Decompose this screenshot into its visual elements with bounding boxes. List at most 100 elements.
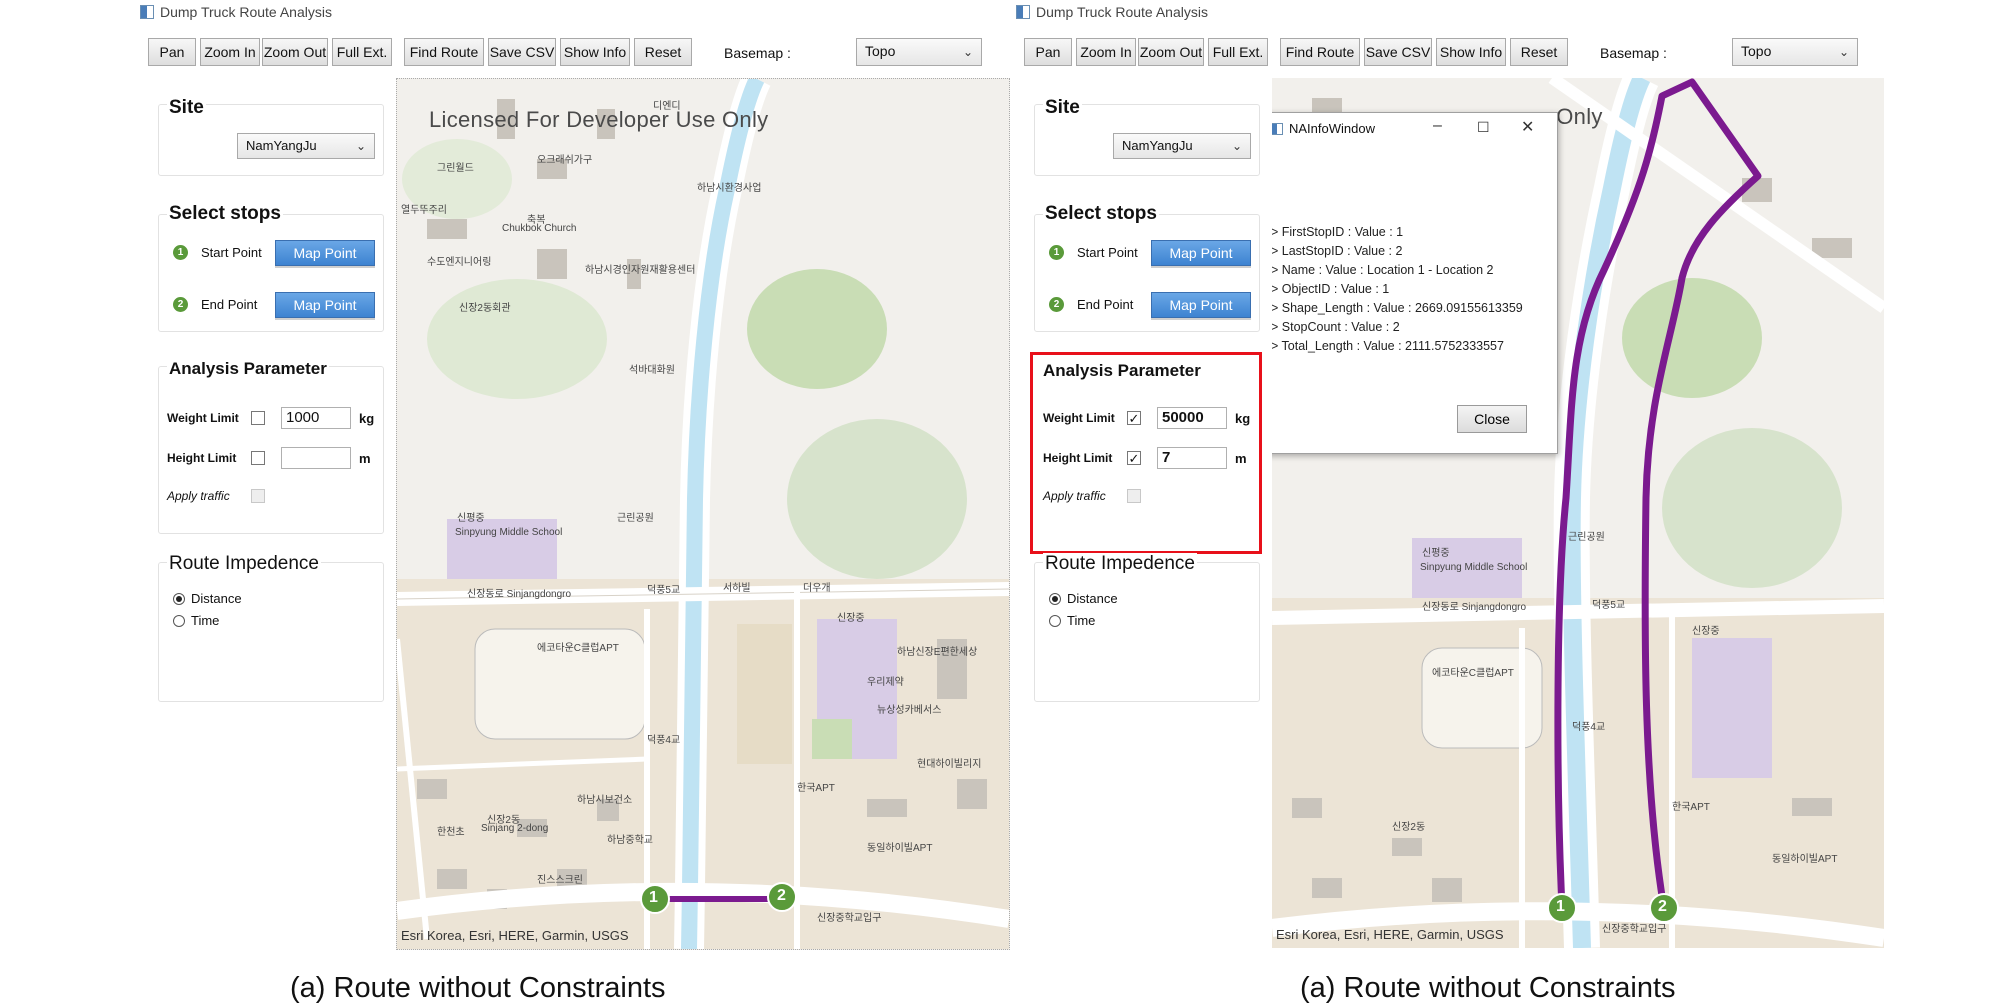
- chevron-down-icon: ⌄: [1838, 45, 1849, 59]
- distance-radio[interactable]: [173, 593, 185, 605]
- show-info-button[interactable]: Show Info: [560, 38, 630, 66]
- window-title: Dump Truck Route Analysis: [160, 4, 332, 20]
- time-label: Time: [1067, 613, 1096, 628]
- select-stops-title: Select stops: [167, 203, 283, 225]
- site-select[interactable]: NamYangJu ⌄: [1113, 133, 1251, 159]
- weight-limit-label: Weight Limit: [1043, 411, 1115, 425]
- route-impedance-group: Route Impedence Distance Time: [158, 553, 384, 702]
- basemap-select[interactable]: Topo ⌄: [1732, 38, 1858, 66]
- app-icon: [1016, 5, 1030, 19]
- zoom-in-button[interactable]: Zoom In: [1076, 38, 1136, 66]
- end-map-point-button[interactable]: Map Point: [1151, 292, 1251, 318]
- save-csv-button[interactable]: Save CSV: [1364, 38, 1432, 66]
- basemap-value: Topo: [1741, 43, 1772, 59]
- map-label: 그린월드: [437, 163, 474, 174]
- end-point-label: End Point: [1077, 297, 1134, 312]
- analysis-parameter-group: Analysis Parameter Weight Limit 1000 kg …: [158, 359, 384, 534]
- map-label: 에코타운C클럽APT: [537, 643, 619, 654]
- weight-limit-input[interactable]: 50000: [1157, 407, 1227, 429]
- select-stops-group: Select stops 1 Start Point Map Point 2 E…: [1034, 203, 1260, 332]
- full-extent-button[interactable]: Full Ext.: [1208, 38, 1268, 66]
- time-radio[interactable]: [1049, 615, 1061, 627]
- apply-traffic-checkbox[interactable]: [251, 489, 265, 503]
- chevron-down-icon: ⌄: [1231, 139, 1242, 153]
- zoom-out-button[interactable]: Zoom Out: [262, 38, 328, 66]
- map-view[interactable]: se Only 1 2 신평중 Sinpyung Middle School 신…: [1272, 78, 1884, 948]
- start-map-point-button[interactable]: Map Point: [1151, 240, 1251, 266]
- weight-limit-input[interactable]: 1000: [281, 407, 351, 429]
- reset-button[interactable]: Reset: [634, 38, 692, 66]
- time-label: Time: [191, 613, 220, 628]
- time-radio[interactable]: [173, 615, 185, 627]
- map-label: 덕풍5교: [1592, 600, 1626, 611]
- pan-button[interactable]: Pan: [1024, 38, 1072, 66]
- map-label: 디엔디: [653, 101, 681, 112]
- close-icon[interactable]: ✕: [1521, 117, 1534, 137]
- map-label: 한국APT: [797, 783, 835, 794]
- map-label: 더우개: [803, 583, 831, 594]
- window-icon: [1272, 122, 1283, 135]
- pan-button[interactable]: Pan: [148, 38, 196, 66]
- info-close-button[interactable]: Close: [1457, 405, 1527, 433]
- map-label: 신장중: [1692, 626, 1720, 637]
- info-line: > LastStopID : Value : 2: [1272, 244, 1403, 258]
- basemap-select[interactable]: Topo ⌄: [856, 38, 982, 66]
- minimize-icon[interactable]: –: [1433, 117, 1442, 135]
- site-select[interactable]: NamYangJu ⌄: [237, 133, 375, 159]
- zoom-out-button[interactable]: Zoom Out: [1138, 38, 1204, 66]
- info-line: > Shape_Length : Value : 2669.0915561335…: [1272, 301, 1523, 315]
- map-view[interactable]: Licensed For Developer Use Only 1 2 디엔디 …: [396, 78, 1010, 950]
- maximize-icon[interactable]: ☐: [1477, 119, 1490, 136]
- map-label: 덕풍5교: [647, 585, 681, 596]
- height-limit-label: Height Limit: [167, 451, 237, 465]
- find-route-button[interactable]: Find Route: [404, 38, 484, 66]
- apply-traffic-checkbox[interactable]: [1127, 489, 1141, 503]
- window-title: Dump Truck Route Analysis: [1036, 4, 1208, 20]
- map-label: Chukbok Church: [502, 223, 577, 234]
- map-attribution: Esri Korea, Esri, HERE, Garmin, USGS: [1276, 927, 1504, 942]
- height-limit-checkbox[interactable]: [251, 451, 265, 465]
- zoom-in-button[interactable]: Zoom In: [200, 38, 260, 66]
- map-label: 신장중: [837, 613, 865, 624]
- map-label: Sinpyung Middle School: [1420, 562, 1528, 573]
- apply-traffic-label: Apply traffic: [167, 489, 230, 503]
- height-limit-input[interactable]: 7: [1157, 447, 1227, 469]
- full-extent-button[interactable]: Full Ext.: [332, 38, 392, 66]
- map-label: 하남시환경사업: [697, 183, 762, 194]
- start-marker-label: 1: [649, 889, 658, 906]
- map-label: 덕풍4교: [647, 735, 681, 746]
- end-map-point-button[interactable]: Map Point: [275, 292, 375, 318]
- end-number-icon: 2: [173, 297, 188, 312]
- map-label: 현대하이빌리지: [917, 759, 982, 770]
- save-csv-button[interactable]: Save CSV: [488, 38, 556, 66]
- na-info-window: NAInfoWindow – ☐ ✕ > FirstStopID : Value…: [1272, 112, 1558, 454]
- map-label: 신장2동: [1392, 822, 1426, 833]
- analysis-parameter-title: Analysis Parameter: [167, 359, 329, 379]
- map-label: 우리제약: [867, 677, 904, 688]
- find-route-button[interactable]: Find Route: [1280, 38, 1360, 66]
- end-number-icon: 2: [1049, 297, 1064, 312]
- reset-button[interactable]: Reset: [1510, 38, 1568, 66]
- height-limit-input[interactable]: [281, 447, 351, 469]
- map-label: 한국APT: [1672, 802, 1710, 813]
- map-label: 하남시보건소: [577, 795, 633, 806]
- site-title: Site: [167, 97, 206, 119]
- weight-unit: kg: [1235, 411, 1251, 426]
- weight-limit-checkbox[interactable]: [251, 411, 265, 425]
- map-label: 하남시경인자원재활용센터: [585, 265, 696, 276]
- start-number-icon: 1: [1049, 245, 1064, 260]
- end-marker-label: 2: [777, 887, 786, 904]
- height-unit: m: [359, 451, 371, 466]
- show-info-button[interactable]: Show Info: [1436, 38, 1506, 66]
- start-marker-label: 1: [1556, 898, 1565, 915]
- info-line: > Total_Length : Value : 2111.5752333557: [1272, 339, 1504, 353]
- map-label: Sinpyung Middle School: [455, 527, 563, 538]
- map-label: 신장동로 Sinjangdongro: [1422, 602, 1527, 613]
- weight-limit-checkbox[interactable]: ✓: [1127, 411, 1141, 426]
- info-line: > Name : Value : Location 1 - Location 2: [1272, 263, 1494, 277]
- height-limit-checkbox[interactable]: ✓: [1127, 451, 1141, 466]
- map-label: 근린공원: [1568, 532, 1605, 543]
- distance-radio[interactable]: [1049, 593, 1061, 605]
- weight-unit: kg: [359, 411, 375, 426]
- start-map-point-button[interactable]: Map Point: [275, 240, 375, 266]
